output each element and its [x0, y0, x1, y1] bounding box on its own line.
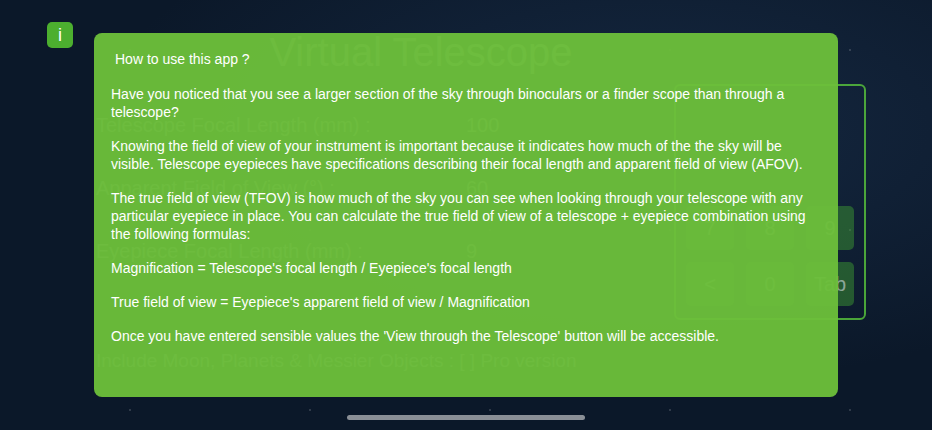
dialog-paragraph: Magnification = Telescope's focal length… [111, 259, 820, 277]
home-indicator [347, 415, 585, 420]
dialog-paragraph: Have you noticed that you see a larger s… [111, 85, 820, 121]
dialog-title: How to use this app ? [111, 50, 820, 68]
dialog-paragraph: True field of view = Eyepiece's apparent… [111, 293, 820, 311]
app-screen: Virtual TelescopeTelescope Focal Length … [0, 0, 932, 430]
dialog-paragraph: The true field of view (TFOV) is how muc… [111, 189, 820, 243]
info-button[interactable]: i [47, 22, 73, 48]
help-dialog: How to use this app ? Have you noticed th… [94, 33, 838, 397]
dialog-paragraph: Once you have entered sensible values th… [111, 327, 820, 345]
dialog-paragraph: Knowing the field of view of your instru… [111, 137, 820, 173]
